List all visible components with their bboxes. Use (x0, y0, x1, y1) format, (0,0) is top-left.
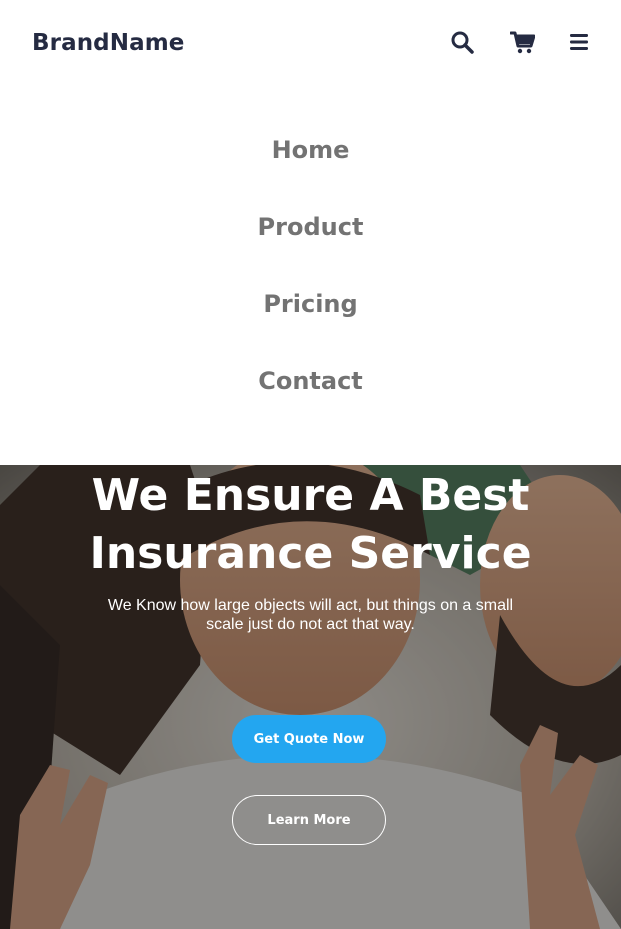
nav-item-home[interactable]: Home (272, 130, 350, 207)
nav-item-pricing[interactable]: Pricing (263, 284, 357, 361)
main-nav: Home Product Pricing Contact (0, 130, 621, 438)
hero-title: We Ensure A Best Insurance Service (0, 467, 621, 583)
search-icon[interactable] (450, 28, 474, 56)
hero-subtitle: We Know how large objects will act, but … (107, 597, 514, 633)
site-header: BrandName Home Product Pricing Contact (0, 0, 621, 465)
hero-title-line-1: We Ensure A Best (91, 470, 530, 521)
brand-logo[interactable]: BrandName (32, 30, 184, 56)
hero-title-line-2: Insurance Service (89, 528, 532, 579)
hamburger-menu-icon[interactable] (569, 28, 589, 56)
shopping-cart-icon[interactable] (510, 28, 535, 56)
nav-item-product[interactable]: Product (258, 207, 364, 284)
nav-item-contact[interactable]: Contact (258, 361, 363, 438)
learn-more-button[interactable]: Learn More (232, 795, 386, 845)
hero-section: We Ensure A Best Insurance Service We Kn… (0, 465, 621, 929)
get-quote-button[interactable]: Get Quote Now (232, 715, 386, 763)
header-actions (450, 28, 589, 56)
